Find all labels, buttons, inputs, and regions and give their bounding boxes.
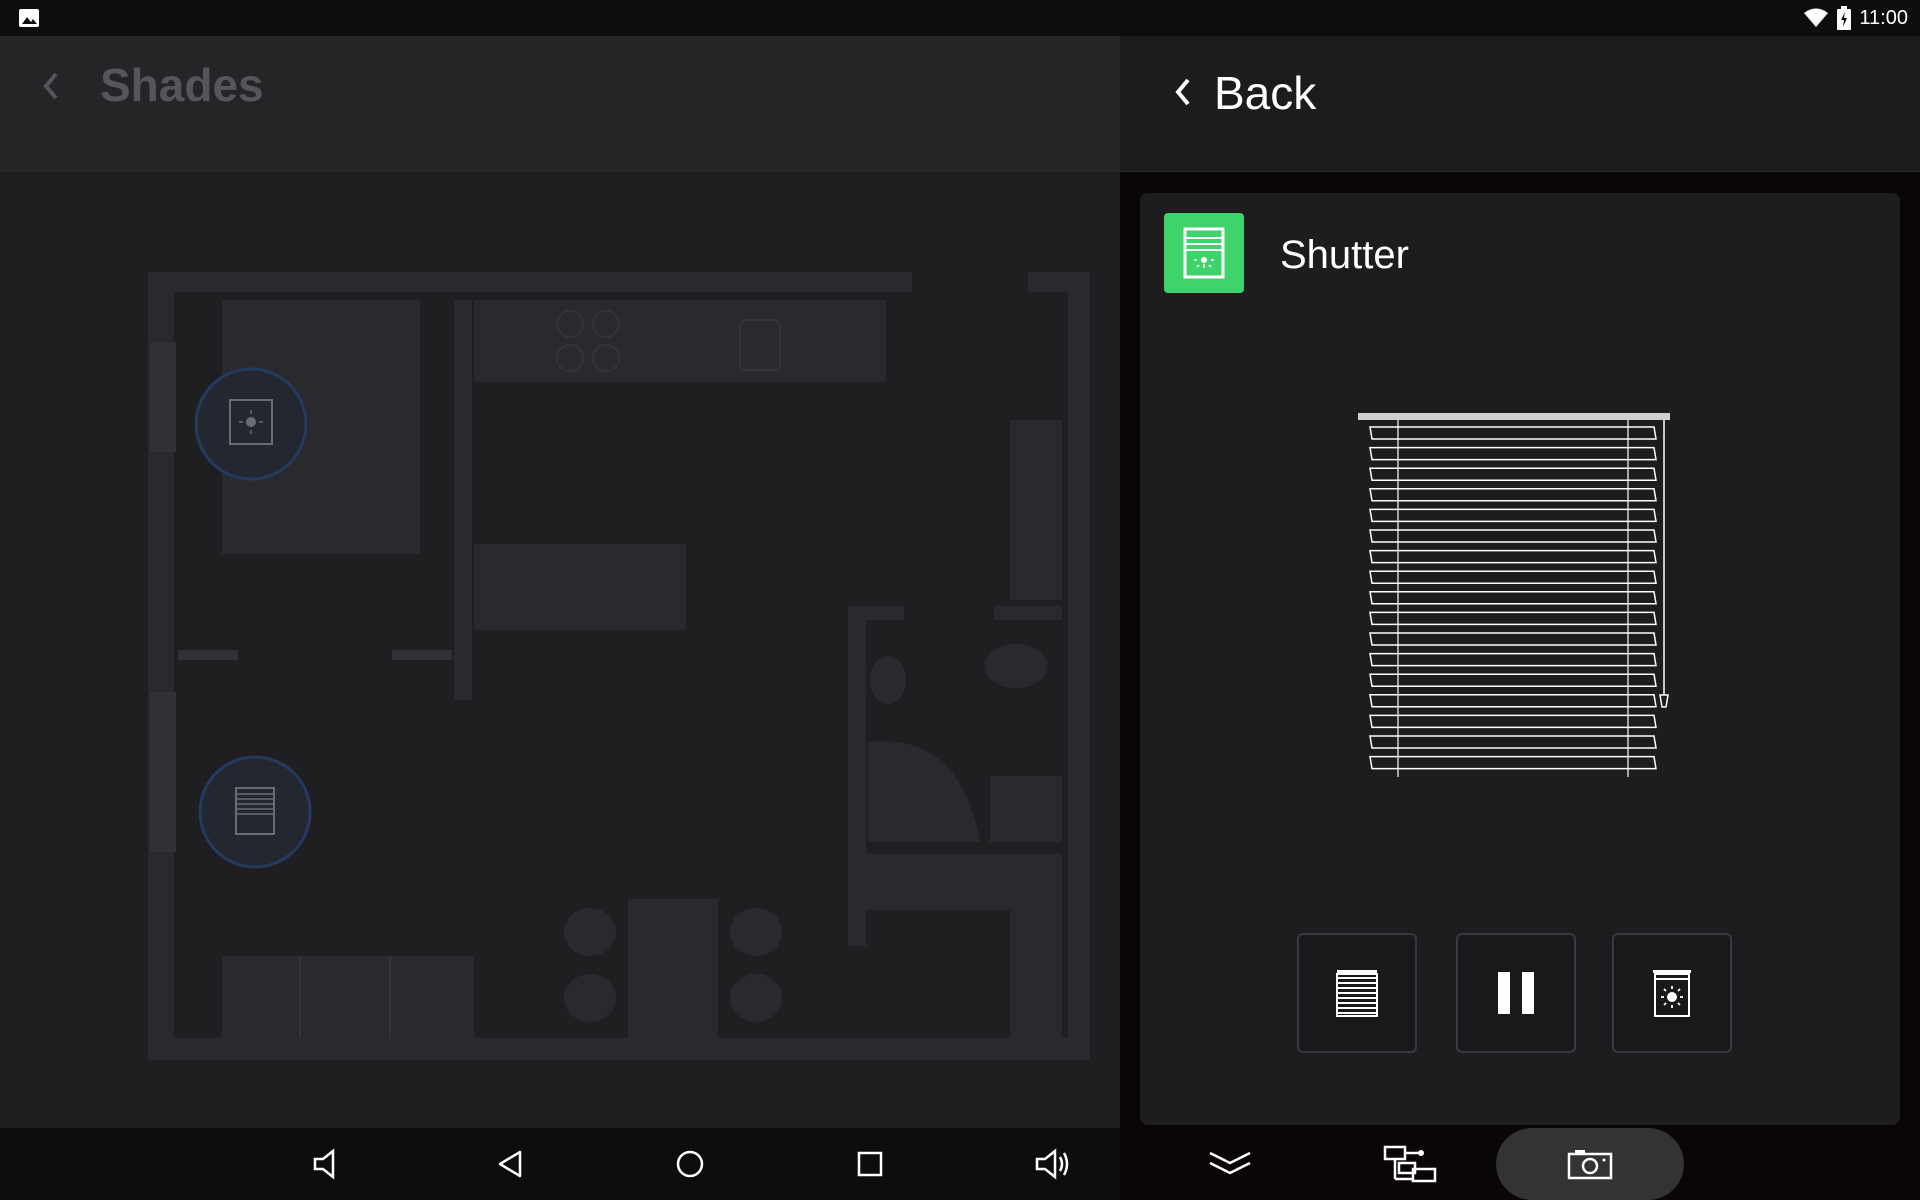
blind-slat <box>1369 632 1657 646</box>
blind-slat <box>1369 673 1657 687</box>
system-nav-bar <box>0 1128 1120 1200</box>
blind-slat <box>1369 735 1657 749</box>
wifi-icon <box>1804 8 1829 27</box>
blind-slat <box>1369 694 1657 708</box>
window-blind-icon <box>1183 227 1225 279</box>
shade-open-marker[interactable] <box>194 367 308 481</box>
volume-up-icon <box>1035 1148 1069 1180</box>
recents-nav-button[interactable] <box>842 1138 898 1190</box>
chevron-left-icon[interactable] <box>36 66 66 106</box>
status-time: 11:00 <box>1859 6 1908 29</box>
recents-square-icon <box>857 1151 883 1177</box>
utility-nav-bar <box>1120 1128 1920 1200</box>
close-shutter-button[interactable] <box>1297 933 1417 1053</box>
chevron-left-icon[interactable] <box>1168 72 1196 112</box>
blind-slat <box>1369 652 1657 667</box>
home-circle-icon <box>676 1150 704 1178</box>
blind-slat <box>1369 570 1657 584</box>
status-right-group: 11:00 <box>1803 0 1908 36</box>
blind-slat <box>1369 591 1657 605</box>
screenshot-camera-icon <box>1567 1150 1613 1180</box>
network-devices-icon <box>1383 1145 1437 1183</box>
detail-header: Back <box>1120 36 1920 172</box>
volume-down-icon <box>313 1148 335 1180</box>
blind-slat <box>1369 549 1657 564</box>
pause-icon <box>1498 972 1534 1014</box>
volume-up-button[interactable] <box>1024 1138 1080 1190</box>
back-button[interactable]: Back <box>1214 66 1316 120</box>
shades-header: Shades <box>0 36 1120 172</box>
blind-closed-icon <box>1336 970 1378 1017</box>
screenshot-button[interactable] <box>1496 1128 1684 1200</box>
floorplan <box>148 272 1090 1060</box>
blind-open-sun-icon <box>1653 970 1691 1017</box>
shades-title: Shades <box>100 59 264 111</box>
blind-slat <box>1369 611 1657 626</box>
blind-slat <box>1369 467 1657 481</box>
blind-slat <box>1369 446 1657 461</box>
shutter-detail-panel: Back Shutter <box>1120 36 1920 1128</box>
collapse-chevrons-icon <box>1209 1151 1251 1175</box>
device-icon-tile <box>1164 213 1244 293</box>
device-name: Shutter <box>1280 233 1409 277</box>
status-bar: 11:00 <box>0 0 1920 36</box>
blind-slat <box>1369 529 1657 543</box>
battery-charging-icon <box>1837 6 1852 30</box>
open-shutter-button[interactable] <box>1612 933 1732 1053</box>
blind-illustration <box>1358 413 1670 777</box>
device-card: Shutter <box>1140 193 1900 1125</box>
blind-slat <box>1369 714 1657 729</box>
blind-slat <box>1369 508 1657 523</box>
blind-slat <box>1369 488 1657 502</box>
volume-down-button[interactable] <box>300 1138 356 1190</box>
blind-slat <box>1369 426 1657 440</box>
blind-slat <box>1369 755 1657 770</box>
back-triangle-icon <box>498 1150 522 1178</box>
collapse-button[interactable] <box>1202 1138 1258 1190</box>
network-devices-button[interactable] <box>1382 1138 1438 1190</box>
back-nav-button[interactable] <box>482 1138 538 1190</box>
pause-button[interactable] <box>1456 933 1576 1053</box>
shutter-closed-marker[interactable] <box>198 755 312 869</box>
shades-screen: Shades <box>0 36 1120 1128</box>
image-notification-icon <box>19 9 39 27</box>
home-nav-button[interactable] <box>662 1138 718 1190</box>
